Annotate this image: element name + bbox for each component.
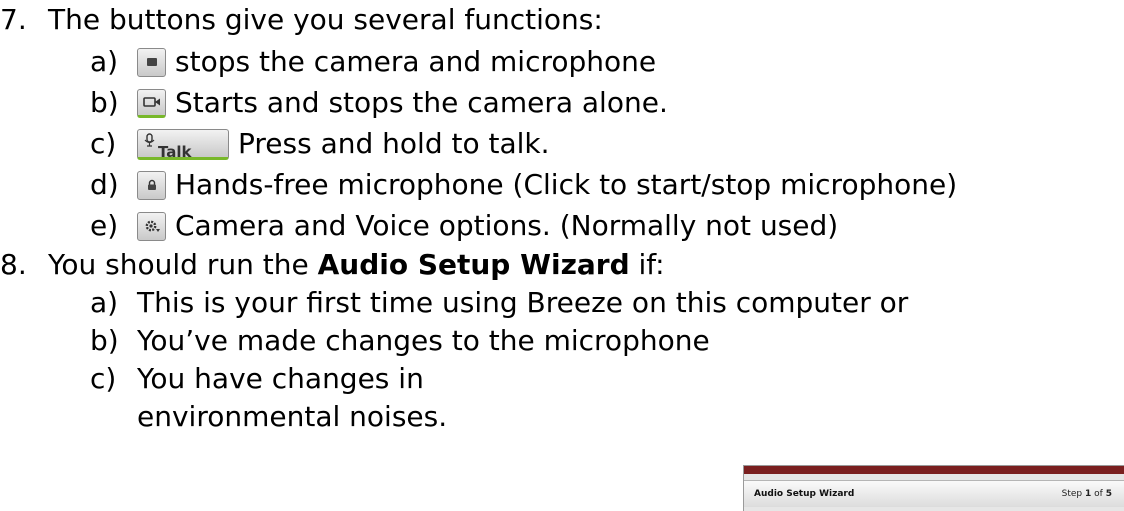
item-text: You should run the Audio Setup Wizard if… (48, 248, 665, 281)
item-letter: a) (90, 286, 119, 319)
item-number: 7. (0, 3, 27, 36)
stop-icon (137, 47, 166, 77)
item-letter: d) (90, 168, 119, 201)
item-letter: a) (90, 45, 119, 78)
item-text: You have changes in (137, 362, 424, 395)
item-letter: b) (90, 324, 119, 357)
wizard-step-indicator: Step 1 of 5 (1061, 489, 1112, 499)
list-item-7: 7. The buttons give you several function… (0, 0, 603, 40)
item-letter: e) (90, 209, 119, 242)
item-text: Starts and stops the camera alone. (175, 86, 668, 119)
camera-icon (137, 88, 166, 118)
item-text: Hands-free microphone (Click to start/st… (175, 168, 958, 201)
list-item-7d: d) Hands-free microphone (Click to start… (90, 165, 957, 205)
list-item-7c: c) Talk Press and hold to talk. (90, 124, 550, 164)
list-item-7b: b) Starts and stops the camera alone. (90, 83, 668, 123)
list-item-7e: e) Camera and Voice options. (Normally n… (90, 206, 838, 246)
wizard-title-bar: Audio Setup Wizard Step 1 of 5 (744, 480, 1124, 507)
list-item-8c-continued: environmental noises. (137, 397, 447, 437)
list-item-8b: b) You’ve made changes to the microphone (90, 321, 710, 361)
item-number: 8. (0, 248, 27, 281)
item-text: stops the camera and microphone (175, 45, 657, 78)
list-item-7a: a) stops the camera and microphone (90, 42, 656, 82)
item-letter: c) (90, 362, 117, 395)
talk-icon: Talk (137, 128, 229, 161)
item-letter: c) (90, 127, 117, 160)
list-item-8a: a) This is your first time using Breeze … (90, 283, 908, 323)
wizard-name-bold: Audio Setup Wizard (317, 248, 630, 281)
item-text: This is your first time using Breeze on … (137, 286, 909, 319)
wizard-header-strip (744, 466, 1124, 474)
list-item-8: 8. You should run the Audio Setup Wizard… (0, 245, 665, 285)
gear-icon (137, 211, 166, 241)
item-text: environmental noises. (137, 400, 448, 433)
list-item-8c: c) You have changes in (90, 359, 424, 399)
item-text: The buttons give you several functions: (48, 3, 603, 36)
lock-icon (137, 170, 166, 200)
item-text: Camera and Voice options. (Normally not … (175, 209, 839, 242)
audio-setup-wizard-thumbnail: Audio Setup Wizard Step 1 of 5 (743, 465, 1124, 511)
wizard-title: Audio Setup Wizard (754, 489, 855, 499)
item-text: Press and hold to talk. (238, 127, 550, 160)
item-text: You’ve made changes to the microphone (137, 324, 710, 357)
item-letter: b) (90, 86, 119, 119)
